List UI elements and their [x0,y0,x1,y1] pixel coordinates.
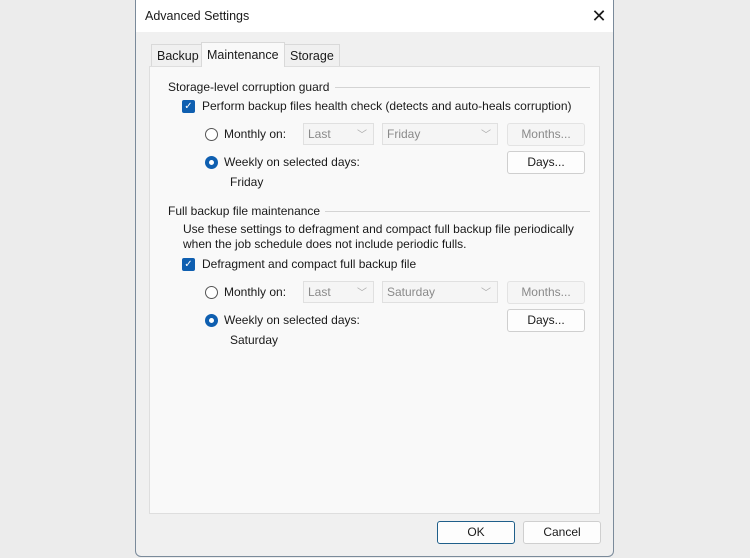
cancel-button[interactable]: Cancel [523,521,601,544]
corruption-guard-group-label: Storage-level corruption guard [168,80,330,94]
chevron-down-icon: ﹀ [357,288,367,299]
days-button[interactable]: Days... [507,151,585,174]
chevron-down-icon: ﹀ [481,130,491,141]
months-button[interactable]: Months... [507,123,585,146]
selected-days-text: Friday [230,175,264,189]
maintenance-panel: Storage-level corruption guard ✓ Perform… [149,66,600,514]
monthly-day-select[interactable]: Friday ﹀ [382,123,498,145]
monthly-week-value: Last [308,127,331,141]
advanced-settings-dialog: Advanced Settings ✕ Backup Maintenance S… [135,0,614,557]
description-line-2: when the job schedule does not include p… [183,237,467,251]
monthly-week-value: Last [308,285,331,299]
monthly-label: Monthly on: [224,127,287,141]
monthly-label: Monthly on: [224,285,287,299]
monthly-day-value: Friday [387,127,421,141]
close-icon[interactable]: ✕ [588,5,610,27]
description-line-1: Use these settings to defragment and com… [183,222,574,236]
full-maintenance-group-label: Full backup file maintenance [168,204,321,218]
dialog-title: Advanced Settings [145,9,250,23]
weekly-radio[interactable] [205,314,218,327]
monthly-radio[interactable] [205,286,218,299]
tab-backup[interactable]: Backup [151,44,205,66]
title-bar: Advanced Settings ✕ [136,0,613,32]
days-button[interactable]: Days... [507,309,585,332]
defragment-label: Defragment and compact full backup file [202,257,417,271]
weekly-label: Weekly on selected days: [224,313,360,327]
weekly-label: Weekly on selected days: [224,155,360,169]
defragment-checkbox[interactable]: ✓ [182,258,195,271]
group-divider [325,211,590,212]
tab-maintenance[interactable]: Maintenance [201,42,285,67]
tab-storage[interactable]: Storage [284,44,340,66]
health-check-label: Perform backup files health check (detec… [202,99,572,113]
monthly-day-value: Saturday [387,285,436,299]
selected-days-text: Saturday [230,333,279,347]
months-button[interactable]: Months... [507,281,585,304]
monthly-week-select[interactable]: Last ﹀ [303,281,374,303]
ok-button[interactable]: OK [437,521,515,544]
group-divider [335,87,590,88]
monthly-radio[interactable] [205,128,218,141]
monthly-week-select[interactable]: Last ﹀ [303,123,374,145]
monthly-day-select[interactable]: Saturday ﹀ [382,281,498,303]
chevron-down-icon: ﹀ [357,130,367,141]
health-check-checkbox[interactable]: ✓ [182,100,195,113]
chevron-down-icon: ﹀ [481,288,491,299]
weekly-radio[interactable] [205,156,218,169]
